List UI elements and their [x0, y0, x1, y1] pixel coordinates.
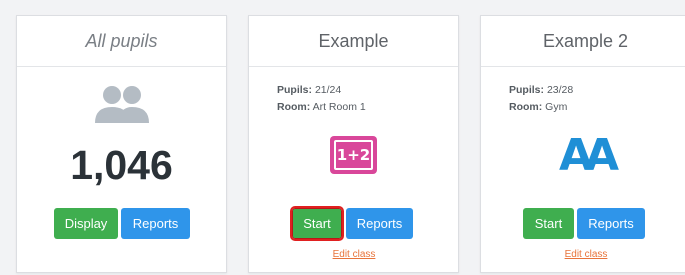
- start-button[interactable]: Start: [523, 208, 574, 239]
- display-button[interactable]: Display: [54, 208, 118, 239]
- room-label: Room:: [509, 101, 543, 113]
- reports-button[interactable]: Reports: [577, 208, 645, 239]
- letters-icon: AA: [558, 130, 619, 181]
- pupils-value: 21/24: [314, 84, 342, 96]
- math-icon-label: 1+2: [334, 140, 373, 170]
- card-example-2: Example 2 Pupils: 23/28 Room: Gym AA Sta…: [480, 15, 685, 273]
- class-info: Pupils: 21/24 Room: Art Room 1: [277, 82, 366, 116]
- start-button[interactable]: Start: [290, 206, 344, 241]
- edit-class-link[interactable]: Edit class: [319, 249, 389, 260]
- pupils-label: Pupils:: [277, 84, 313, 96]
- room-value: Art Room 1: [312, 101, 366, 113]
- users-icon: [93, 83, 151, 130]
- room-value: Gym: [545, 101, 568, 113]
- card-title: All pupils: [17, 16, 226, 67]
- pupils-value: 23/28: [546, 84, 574, 96]
- card-title: Example 2: [481, 16, 685, 67]
- pupils-label: Pupils:: [509, 84, 545, 96]
- reports-button[interactable]: Reports: [346, 208, 413, 239]
- room-label: Room:: [277, 101, 311, 113]
- math-icon: 1+2: [330, 136, 377, 174]
- card-example: Example Pupils: 21/24 Room: Art Room 1 1…: [248, 15, 459, 273]
- card-all-pupils: All pupils 1,046 Display Reports: [16, 15, 227, 273]
- pupil-count: 1,046: [70, 142, 173, 188]
- class-info: Pupils: 23/28 Room: Gym: [509, 82, 573, 116]
- edit-class-link[interactable]: Edit class: [551, 249, 621, 260]
- card-title: Example: [249, 16, 458, 67]
- reports-button[interactable]: Reports: [121, 208, 190, 239]
